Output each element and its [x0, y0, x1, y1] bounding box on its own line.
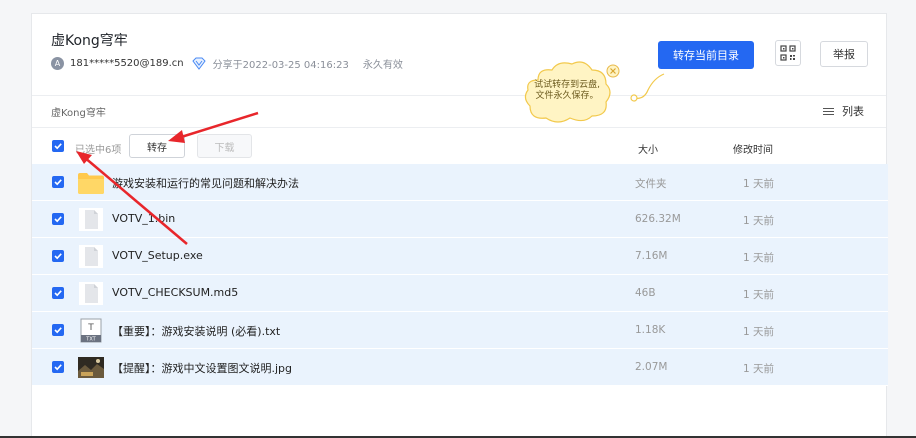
annotation-arrowhead	[168, 130, 185, 143]
annotation-arrow	[177, 111, 259, 140]
annotation-arrows	[76, 111, 259, 245]
annotation-arrow	[83, 156, 188, 245]
